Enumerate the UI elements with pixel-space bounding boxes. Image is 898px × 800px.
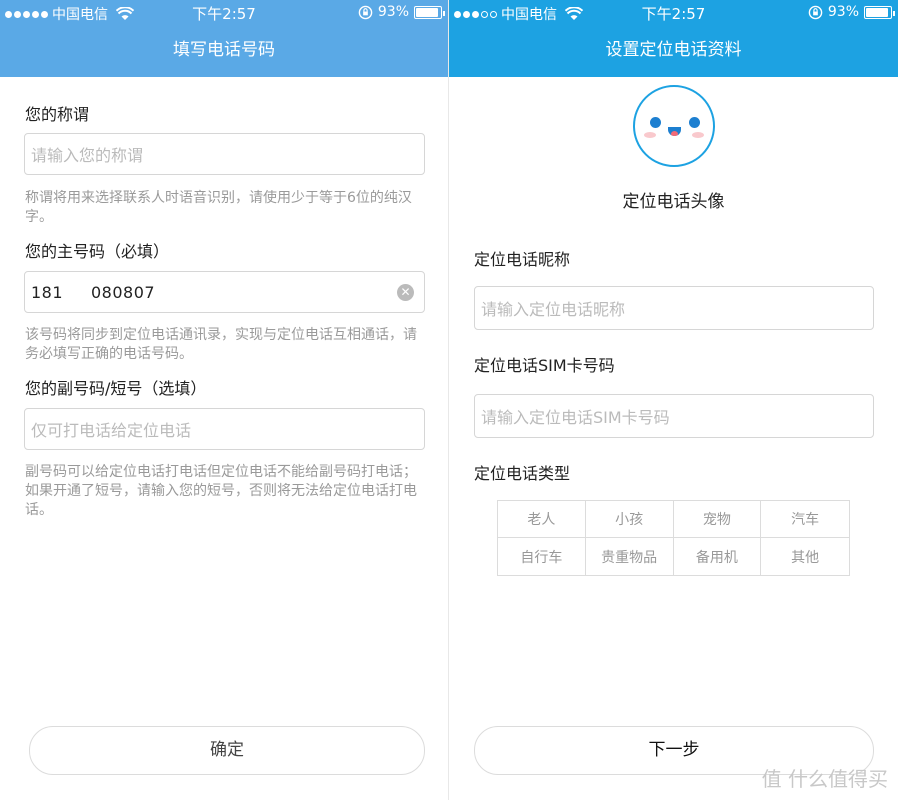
main-number-value: 181 080807 xyxy=(31,282,156,302)
nickname-input[interactable]: 请输入您的称谓 xyxy=(24,133,425,175)
device-type-grid: 老人 小孩 宠物 汽车 自行车 贵重物品 备用机 其他 xyxy=(497,500,850,576)
type-option-bicycle[interactable]: 自行车 xyxy=(498,538,586,575)
type-option-other[interactable]: 其他 xyxy=(761,538,849,575)
clear-icon[interactable]: ✕ xyxy=(397,284,414,301)
main-number-hint: 该号码将同步到定位电话通讯录，实现与定位电话互相通话，请务必填写正确的电话号码。 xyxy=(25,327,417,362)
battery-percent: 93% xyxy=(827,4,859,20)
type-option-spare-phone[interactable]: 备用机 xyxy=(674,538,762,575)
sim-label: 定位电话SIM卡号码 xyxy=(474,356,615,375)
nickname-hint: 称谓将用来选择联系人时语音识别，请使用少于等于6位的纯汉字。 xyxy=(25,190,412,225)
device-nickname-label: 定位电话昵称 xyxy=(474,250,571,269)
type-option-car[interactable]: 汽车 xyxy=(761,501,849,538)
type-option-elderly[interactable]: 老人 xyxy=(498,501,586,538)
rotation-lock-icon xyxy=(808,5,823,19)
mouth xyxy=(668,127,681,136)
device-nickname-input[interactable]: 请输入定位电话昵称 xyxy=(474,286,874,330)
nickname-placeholder: 请输入您的称谓 xyxy=(31,146,144,165)
device-type-label: 定位电话类型 xyxy=(474,464,571,483)
right-cheek xyxy=(692,132,704,138)
type-option-valuables[interactable]: 贵重物品 xyxy=(586,538,674,575)
sim-placeholder: 请输入定位电话SIM卡号码 xyxy=(481,408,670,427)
avatar[interactable] xyxy=(633,85,715,167)
sub-number-label: 您的副号码/短号（选填） xyxy=(25,379,207,398)
watermark: 值 什么值得买 xyxy=(762,763,888,792)
status-bar: 中国电信 下午2:57 93% xyxy=(449,0,898,25)
left-cheek xyxy=(644,132,656,138)
watermark-text: 值 什么值得买 xyxy=(761,767,888,791)
left-eye xyxy=(650,117,661,128)
battery-icon xyxy=(864,5,895,19)
main-number-label: 您的主号码（必填） xyxy=(25,242,170,261)
battery-percent: 93% xyxy=(377,4,409,20)
page-title: 填写电话号码 xyxy=(0,25,448,77)
page-title: 设置定位电话资料 xyxy=(449,25,898,77)
right-eye xyxy=(689,117,700,128)
device-nickname-placeholder: 请输入定位电话昵称 xyxy=(481,300,626,319)
sim-input[interactable]: 请输入定位电话SIM卡号码 xyxy=(474,394,874,438)
type-option-pet[interactable]: 宠物 xyxy=(673,501,762,538)
status-bar: 中国电信 下午2:57 93% xyxy=(0,0,448,25)
nickname-label: 您的称谓 xyxy=(25,105,90,124)
rotation-lock-icon xyxy=(358,5,373,19)
battery-icon xyxy=(414,5,445,19)
type-option-child[interactable]: 小孩 xyxy=(585,501,674,538)
sub-number-hint: 副号码可以给定位电话打电话但定位电话不能给副号码打电话；如果开通了短号，请输入您… xyxy=(25,464,417,518)
phone-screen-right: 中国电信 下午2:57 93% 设置定位电话资料 定位电话头像 定位电话昵称 请… xyxy=(449,0,898,800)
sub-number-placeholder: 仅可打电话给定位电话 xyxy=(31,421,192,440)
confirm-button[interactable]: 确定 xyxy=(29,726,425,775)
sub-number-input[interactable]: 仅可打电话给定位电话 xyxy=(24,408,425,450)
main-number-input[interactable]: 181 080807 ✕ xyxy=(24,271,425,313)
avatar-label: 定位电话头像 xyxy=(622,192,725,212)
phone-screen-left: 中国电信 下午2:57 93% 填写电话号码 您的称谓 请输入您的称谓 称谓将用… xyxy=(0,0,448,800)
